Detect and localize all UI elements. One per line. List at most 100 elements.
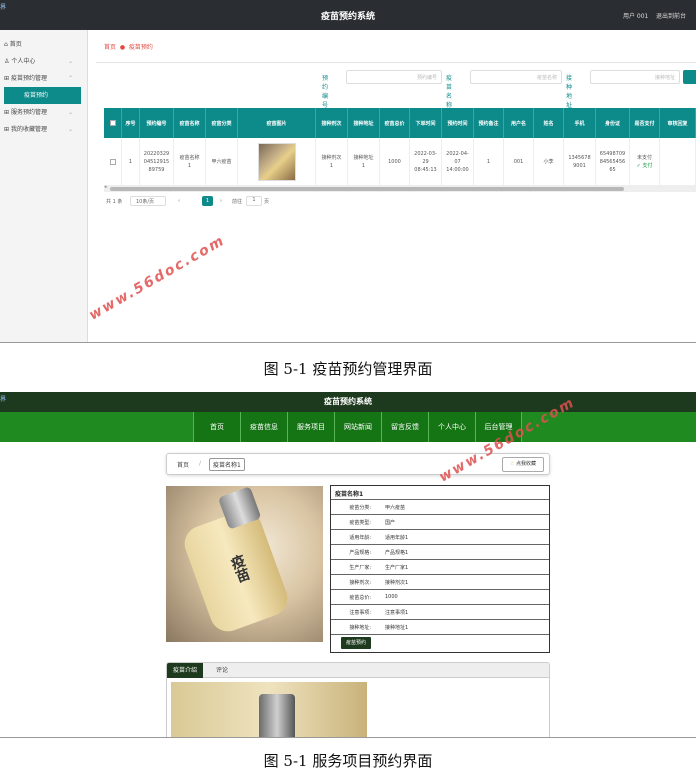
info-row: 接种地址: 接种地址1 <box>331 620 549 634</box>
search-label: 疫苗名称 <box>446 75 453 109</box>
admin-header: 界 疫苗预约系统 用户 001 退出到前台 <box>0 0 696 30</box>
pay-icon: ✓ <box>636 162 641 169</box>
sidebar-item-favorite-mgmt[interactable]: ⊞ 我的收藏管理 ⌄ <box>0 121 87 138</box>
book-vaccine-button[interactable]: 疫苗预约 <box>341 637 371 649</box>
intro-image <box>171 682 367 737</box>
scrollbar-thumb[interactable] <box>110 187 624 191</box>
logout-link[interactable]: 退出到前台 <box>656 13 686 20</box>
info-row: 疫苗总价: 1000 <box>331 590 549 604</box>
col-header: 疫苗总价 <box>380 108 410 138</box>
col-header: 是否支付 <box>630 108 660 138</box>
col-header-select[interactable] <box>104 108 122 138</box>
cell-dose: 接种剂次1 <box>316 138 348 186</box>
nav-item-services[interactable]: 服务项目 <box>287 412 334 442</box>
chevron-up-icon: ⌃ <box>67 75 73 82</box>
caption-figure-2: 图 5-1 服务项目预约界面 <box>263 752 433 770</box>
goto-input[interactable]: 1 <box>246 196 262 206</box>
breadcrumb: 首页 ● 疫苗预约 <box>104 42 153 51</box>
tab-intro[interactable]: 疫苗介绍 <box>167 663 203 678</box>
dot-icon: ● <box>117 44 127 51</box>
row-select[interactable] <box>104 138 122 186</box>
info-title: 疫苗名称1 <box>335 491 364 498</box>
info-row: 适用年龄: 适用年龄1 <box>331 530 549 544</box>
col-header: 审核回复 <box>660 108 696 138</box>
favorite-button[interactable]: ☆ 点我收藏 <box>502 457 544 472</box>
sidebar-item-label: 首页 <box>9 41 22 48</box>
tab-comments[interactable]: 评论 <box>211 663 233 678</box>
current-page[interactable]: 1 <box>202 196 213 206</box>
star-icon: ☆ <box>509 461 515 467</box>
row-checkbox[interactable] <box>109 158 116 165</box>
nav-item-feedback[interactable]: 留言反馈 <box>381 412 428 442</box>
info-value: 产品规格1 <box>385 550 409 556</box>
col-header: 序号 <box>122 108 140 138</box>
search-address-wrap: 接种地址 <box>590 70 680 84</box>
nav-item-home[interactable]: 首页 <box>193 412 240 442</box>
breadcrumb-home[interactable]: 首页 <box>104 44 116 51</box>
scroll-left-icon[interactable]: ◂ <box>104 184 107 190</box>
horizontal-scrollbar[interactable]: ◂ <box>104 184 696 192</box>
pay-link[interactable]: ✓ 支付 <box>637 162 653 170</box>
info-key: 接种地址: <box>349 625 371 631</box>
search-order-no-wrap: 预约编号 <box>346 70 442 84</box>
system-title: 疫苗预约系统 <box>320 12 375 22</box>
sidebar-item-vaccine-mgmt[interactable]: ⊞ 疫苗预约管理 ⌃ <box>0 70 87 87</box>
cell-phone: 13456789001 <box>564 138 596 186</box>
vial-label: 疫苗 <box>227 552 252 585</box>
sidebar-item-service-mgmt[interactable]: ⊞ 服务预约管理 ⌄ <box>0 104 87 121</box>
vaccine-thumbnail <box>257 142 296 181</box>
col-header: 身份证 <box>596 108 630 138</box>
nav-item-profile[interactable]: 个人中心 <box>428 412 475 442</box>
search-button[interactable] <box>683 70 696 84</box>
info-row: 生产厂家: 生产厂家1 <box>331 560 549 574</box>
grid-icon: ⊞ <box>4 109 10 116</box>
page-unit: 页 <box>264 199 270 205</box>
address-input[interactable]: 接种地址 <box>590 70 680 84</box>
nav-item-news[interactable]: 网站新闻 <box>334 412 381 442</box>
breadcrumb-separator: / <box>199 460 202 467</box>
col-header: 用户名 <box>504 108 534 138</box>
sidebar-item-home[interactable]: ⌂ 首页 <box>0 36 87 53</box>
front-header: 界 疫苗预约系统 <box>0 392 696 412</box>
pay-status: 未支付 <box>636 154 652 161</box>
breadcrumb-home[interactable]: 首页 <box>177 460 189 469</box>
search-label: 接种地址 <box>566 75 573 109</box>
info-key: 疫苗分类: <box>349 505 371 511</box>
breadcrumb-current: 疫苗名称1 <box>209 458 245 471</box>
sidebar-item-profile[interactable]: ♙ 个人中心 ⌄ <box>0 53 87 70</box>
nav-item-vaccines[interactable]: 疫苗信息 <box>240 412 287 442</box>
info-value: 接种地址1 <box>385 625 409 631</box>
chevron-down-icon: ⌄ <box>67 109 73 116</box>
next-page-icon[interactable]: › <box>220 198 222 204</box>
cell-pay: 未支付 ✓ 支付 <box>630 138 660 186</box>
divider <box>331 634 549 635</box>
cell-realname: 小李 <box>534 138 564 186</box>
info-value: 生产厂家1 <box>385 565 409 571</box>
select-all-checkbox[interactable] <box>109 120 116 126</box>
page-size-select[interactable]: 10条/页 <box>130 196 166 206</box>
col-header: 疫苗图片 <box>238 108 316 138</box>
page-size-value: 10条/页 <box>136 199 155 205</box>
cell-price: 1000 <box>380 138 410 186</box>
sidebar-item-label: 我的收藏管理 <box>10 126 47 133</box>
user-icon: ♙ <box>4 58 10 65</box>
cell-reply <box>660 138 696 186</box>
search-label: 预约编号 <box>322 75 329 109</box>
info-key: 注意事项: <box>349 610 371 616</box>
info-value: 适用年龄1 <box>385 535 409 541</box>
prev-page-icon[interactable]: ‹ <box>178 198 180 204</box>
order-no-input[interactable]: 预约编号 <box>346 70 442 84</box>
info-value: 国产 <box>385 520 396 526</box>
info-key: 接种剂次: <box>349 580 371 586</box>
vaccine-name-input[interactable]: 疫苗名称 <box>470 70 562 84</box>
info-row: 疫苗分类: 甲六疫苗 <box>331 500 549 514</box>
sidebar-item-vaccine-appointment[interactable]: 疫苗预约 <box>4 87 81 104</box>
cell-order-no: 202203290451291589759 <box>140 138 174 186</box>
admin-screenshot: 界 疫苗预约系统 用户 001 退出到前台 ⌂ 首页 ♙ 个人中心 ⌄ ⊞ 疫苗预… <box>0 0 696 343</box>
col-header: 接种地址 <box>348 108 380 138</box>
info-row: 疫苗类型: 国产 <box>331 515 549 529</box>
vial-illustration: 疫苗 <box>179 486 293 637</box>
tab-bar: 疫苗介绍 评论 <box>167 663 549 678</box>
chevron-down-icon: ⌄ <box>67 58 73 65</box>
sidebar-item-label: 疫苗预约管理 <box>10 75 47 82</box>
